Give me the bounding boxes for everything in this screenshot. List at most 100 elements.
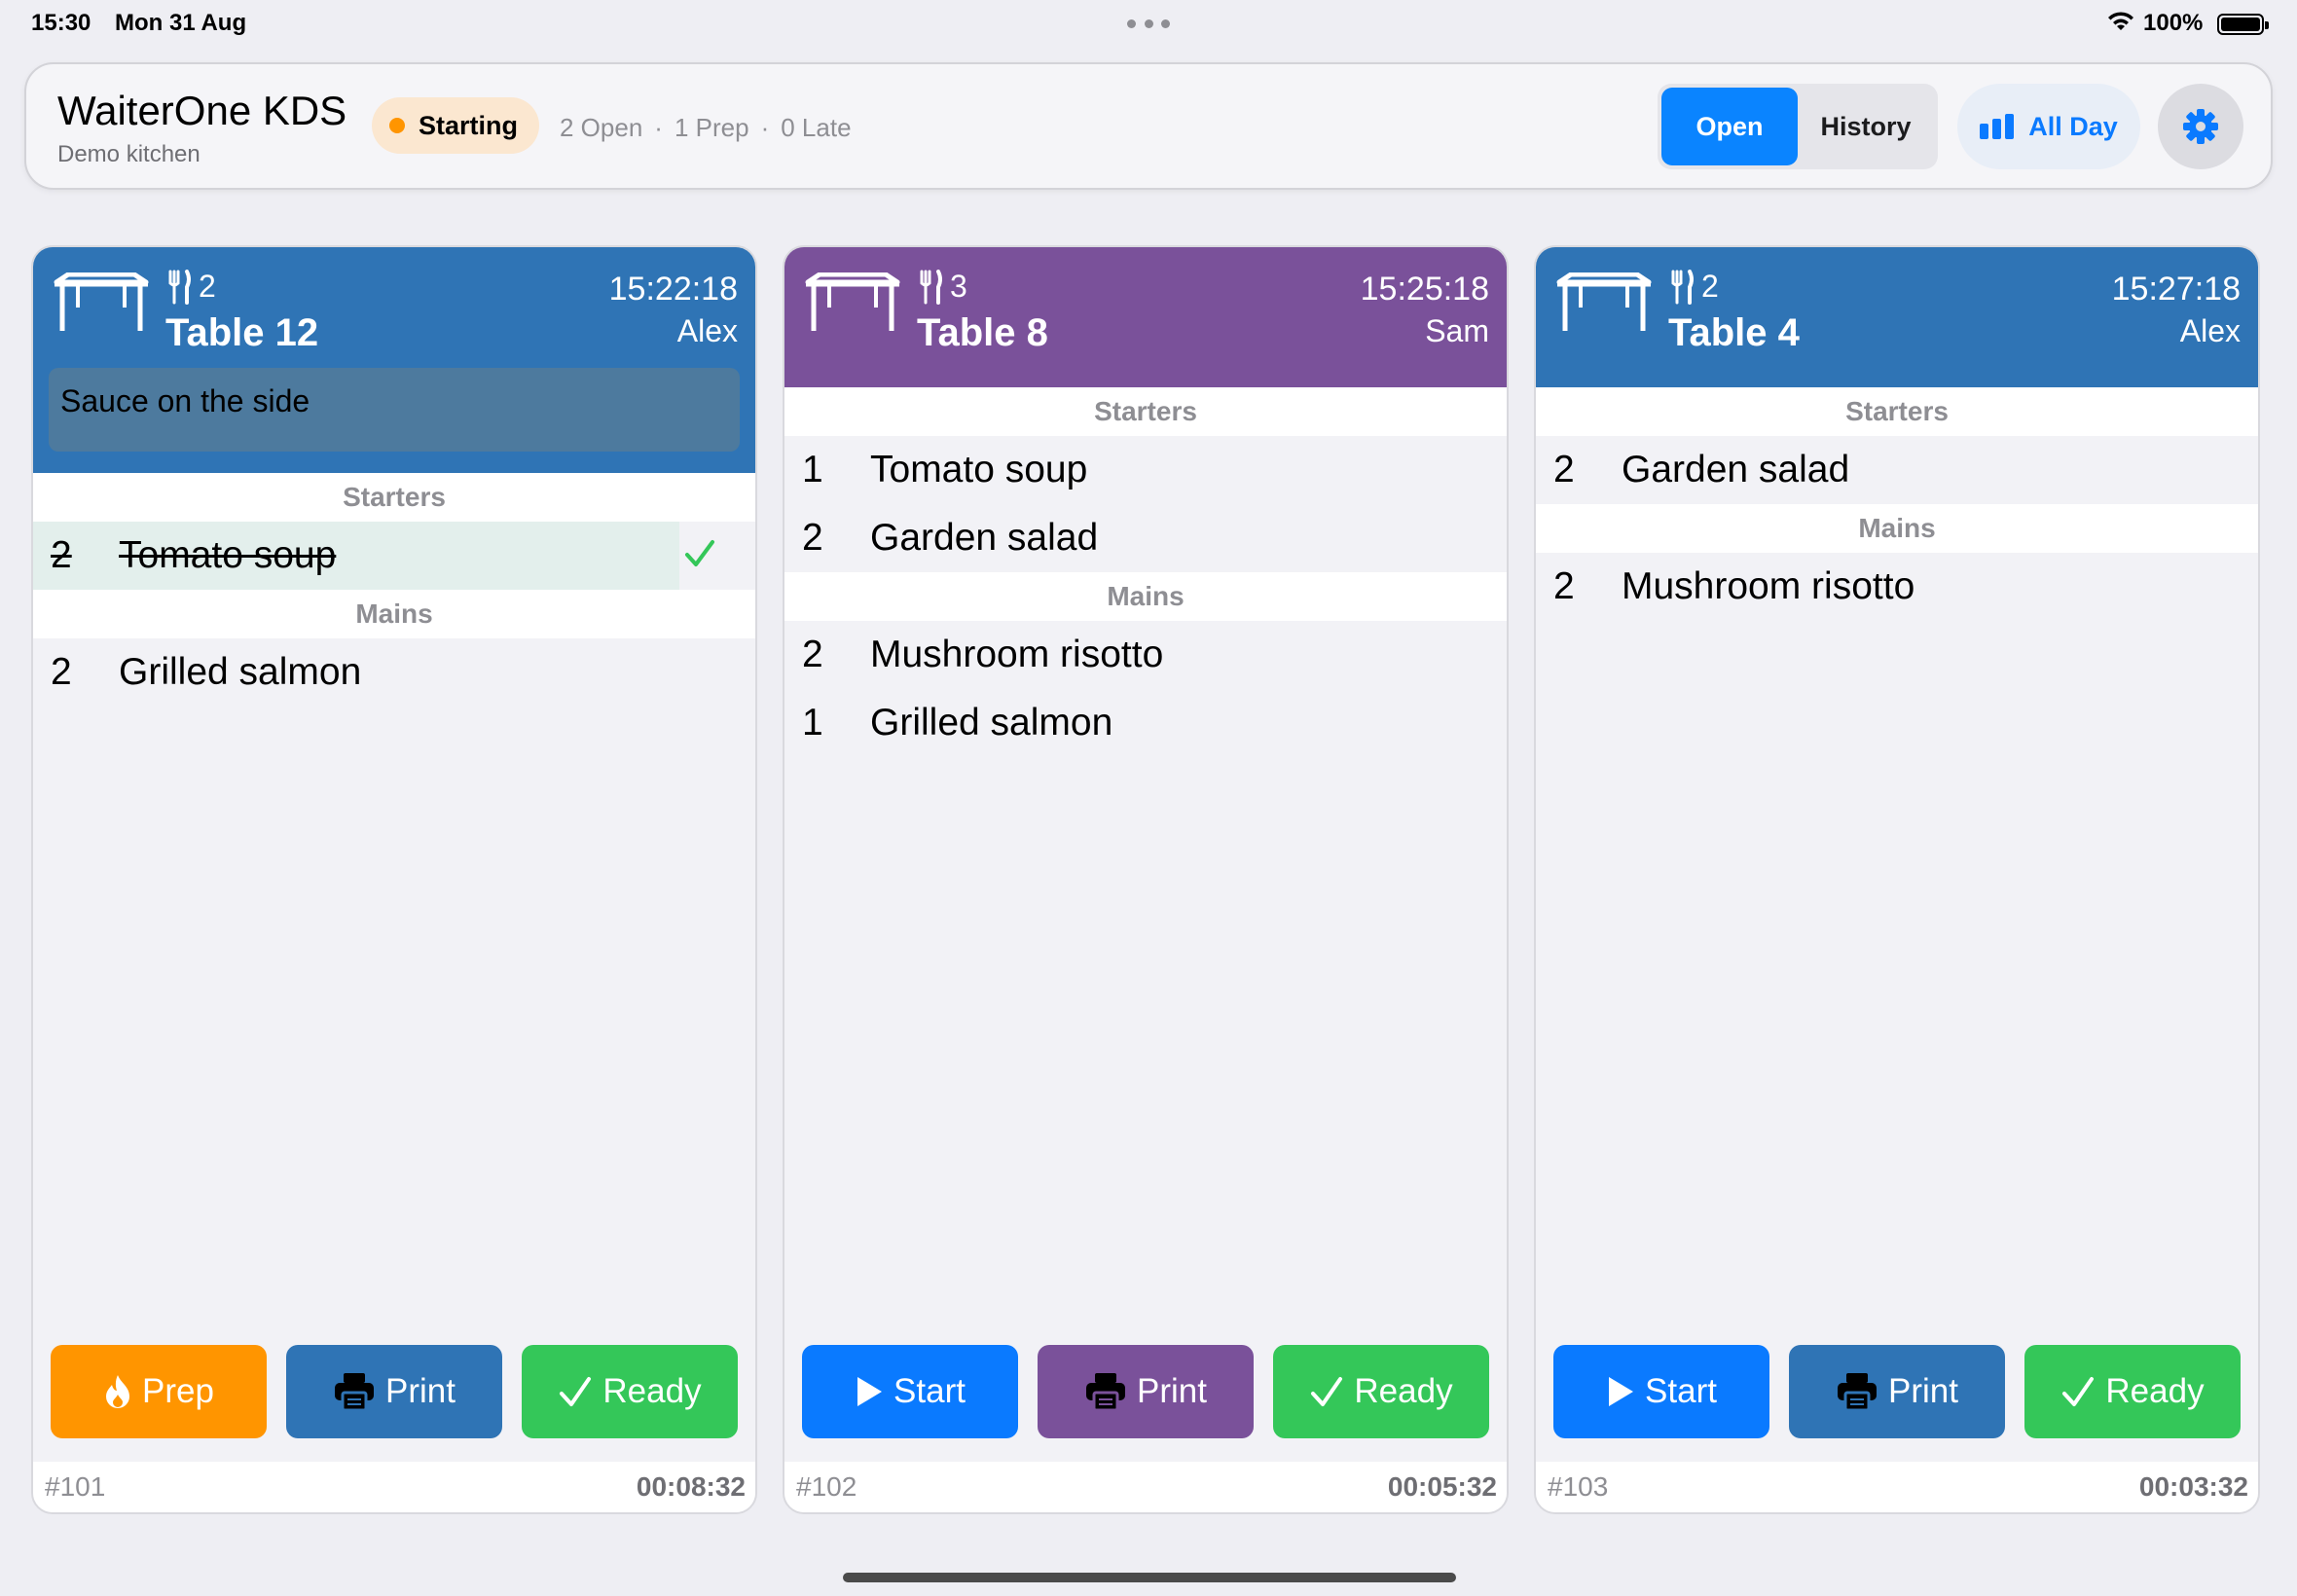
print-label: Print bbox=[1137, 1372, 1207, 1410]
waiter-name: Sam bbox=[1425, 313, 1489, 348]
printer-icon bbox=[1086, 1373, 1126, 1412]
order-time: 15:22:18 bbox=[608, 271, 738, 308]
order-number: #101 bbox=[45, 1471, 106, 1502]
ready-label: Ready bbox=[602, 1372, 702, 1410]
item-qty: 2 bbox=[1553, 449, 1575, 490]
status-date: Mon 31 Aug bbox=[115, 10, 247, 36]
order-number: #102 bbox=[796, 1471, 857, 1502]
item-qty: 2 bbox=[51, 534, 72, 576]
open-count: 2 Open bbox=[560, 113, 643, 142]
ready-button[interactable]: Ready bbox=[522, 1345, 738, 1438]
order-item[interactable]: 2 Garden salad bbox=[784, 504, 1507, 572]
item-name: Tomato soup bbox=[870, 449, 1088, 490]
order-counts: 2 Open · 1 Prep · 0 Late bbox=[560, 113, 852, 143]
checkmark-icon bbox=[685, 540, 714, 566]
settings-button[interactable] bbox=[2158, 84, 2243, 169]
item-name: Tomato soup bbox=[119, 534, 337, 576]
order-card-header: 2 Table 4 15:27:18 Alex bbox=[1536, 247, 2258, 387]
home-indicator[interactable] bbox=[843, 1573, 1456, 1582]
status-label: Starting bbox=[419, 110, 519, 140]
order-card[interactable]: 2 Table 4 15:27:18 Alex Starters 2 Garde… bbox=[1534, 245, 2260, 1514]
print-button[interactable]: Print bbox=[286, 1345, 502, 1438]
table-name: Table 4 bbox=[1668, 311, 1800, 354]
printer-icon bbox=[335, 1373, 375, 1412]
start-button[interactable]: Start bbox=[802, 1345, 1018, 1438]
late-count: 0 Late bbox=[781, 113, 852, 142]
item-qty: 1 bbox=[802, 449, 823, 490]
guest-count: 2 bbox=[1670, 269, 1719, 305]
elapsed-time: 00:03:32 bbox=[2138, 1471, 2248, 1502]
ready-button[interactable]: Ready bbox=[2024, 1345, 2241, 1438]
waiter-name: Alex bbox=[2179, 313, 2241, 348]
item-qty: 2 bbox=[802, 634, 823, 675]
cutlery-icon bbox=[168, 269, 191, 305]
checkmark-icon bbox=[560, 1377, 592, 1406]
ready-label: Ready bbox=[1354, 1372, 1453, 1410]
course-header-mains: Mains bbox=[784, 572, 1507, 621]
guest-count: 2 bbox=[167, 269, 216, 305]
item-name: Mushroom risotto bbox=[870, 634, 1164, 675]
checkmark-icon bbox=[1311, 1377, 1343, 1406]
app-header: WaiterOne KDS Demo kitchen Starting 2 Op… bbox=[24, 62, 2273, 190]
prep-label: Prep bbox=[142, 1372, 214, 1410]
order-card[interactable]: 2 Table 12 15:22:18 Alex Sauce on the si… bbox=[31, 245, 757, 1514]
item-name: Grilled salmon bbox=[870, 702, 1113, 744]
checkmark-icon bbox=[2062, 1377, 2095, 1406]
battery-icon bbox=[2217, 14, 2269, 35]
start-button[interactable]: Start bbox=[1553, 1345, 1769, 1438]
item-qty: 2 bbox=[802, 517, 823, 559]
card-actions: Prep Print Ready bbox=[51, 1345, 738, 1438]
order-item[interactable]: 2 Grilled salmon bbox=[33, 638, 755, 707]
count-separator: · bbox=[760, 113, 770, 142]
tab-history[interactable]: History bbox=[1798, 88, 1934, 165]
status-bar: 15:30 Mon 31 Aug 100% bbox=[0, 0, 2297, 49]
guest-number: 2 bbox=[199, 269, 216, 304]
order-number: #103 bbox=[1548, 1471, 1609, 1502]
card-footer: #103 00:03:32 bbox=[1536, 1462, 2258, 1512]
status-time: 15:30 bbox=[31, 10, 91, 36]
table-icon bbox=[805, 272, 900, 331]
order-item[interactable]: 2 Mushroom risotto bbox=[784, 621, 1507, 689]
course-header-starters: Starters bbox=[784, 387, 1507, 436]
order-item[interactable]: 2 Tomato soup bbox=[33, 522, 714, 590]
item-qty: 1 bbox=[802, 702, 823, 744]
table-name: Table 12 bbox=[165, 311, 319, 354]
item-name: Mushroom risotto bbox=[1622, 565, 1915, 607]
order-item[interactable]: 1 Grilled salmon bbox=[784, 689, 1507, 757]
kitchen-name: Demo kitchen bbox=[57, 141, 201, 167]
elapsed-time: 00:05:32 bbox=[1387, 1471, 1497, 1502]
guest-count: 3 bbox=[919, 269, 967, 305]
tab-open[interactable]: Open bbox=[1661, 88, 1798, 165]
item-name: Garden salad bbox=[1622, 449, 1850, 490]
prep-button[interactable]: Prep bbox=[51, 1345, 267, 1438]
print-button[interactable]: Print bbox=[1789, 1345, 2005, 1438]
multitasking-dots-icon[interactable] bbox=[1127, 19, 1170, 29]
card-footer: #102 00:05:32 bbox=[784, 1462, 1507, 1512]
print-button[interactable]: Print bbox=[1038, 1345, 1254, 1438]
order-card-header: 2 Table 12 15:22:18 Alex Sauce on the si… bbox=[33, 247, 755, 473]
course-header-starters: Starters bbox=[1536, 387, 2258, 436]
order-card-header: 3 Table 8 15:25:18 Sam bbox=[784, 247, 1507, 387]
battery-percent: 100% bbox=[2143, 10, 2204, 36]
order-card[interactable]: 3 Table 8 15:25:18 Sam Starters 1 Tomato… bbox=[783, 245, 1509, 1514]
item-qty: 2 bbox=[51, 651, 72, 693]
flame-icon bbox=[106, 1375, 130, 1408]
printer-icon bbox=[1838, 1373, 1878, 1412]
card-actions: Start Print Ready bbox=[802, 1345, 1489, 1438]
prep-count: 1 Prep bbox=[674, 113, 749, 142]
order-item[interactable]: 1 Tomato soup bbox=[784, 436, 1507, 504]
play-icon bbox=[1609, 1377, 1634, 1406]
view-segmented-control: Open History bbox=[1658, 84, 1938, 169]
status-dot-icon bbox=[389, 118, 405, 133]
all-day-button[interactable]: All Day bbox=[1957, 84, 2140, 169]
table-name: Table 8 bbox=[917, 311, 1048, 354]
print-label: Print bbox=[1888, 1372, 1958, 1410]
play-icon bbox=[857, 1377, 883, 1406]
order-item[interactable]: 2 Mushroom risotto bbox=[1536, 553, 2258, 621]
status-badge: Starting bbox=[372, 97, 540, 154]
bar-chart-icon bbox=[1980, 114, 2015, 139]
ready-button[interactable]: Ready bbox=[1273, 1345, 1489, 1438]
course-header-mains: Mains bbox=[33, 590, 755, 638]
guest-number: 2 bbox=[1701, 269, 1719, 304]
order-item[interactable]: 2 Garden salad bbox=[1536, 436, 2258, 504]
